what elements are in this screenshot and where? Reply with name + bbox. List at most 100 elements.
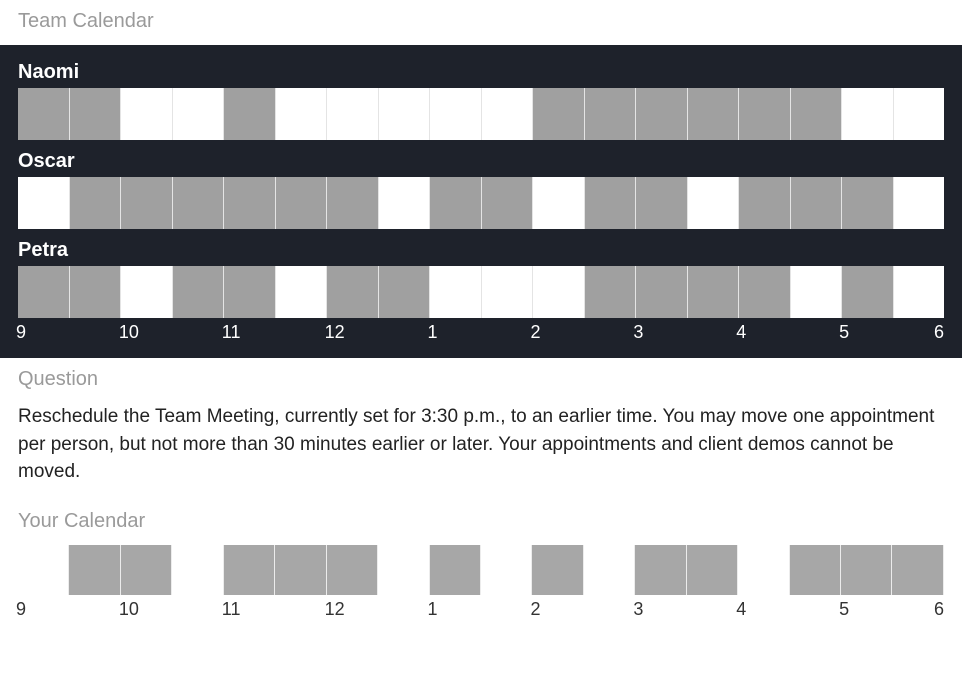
tick-12: 12 <box>325 322 345 343</box>
your-calendar-panel: 9101112123456 <box>0 545 962 633</box>
naomi-slot-12[interactable] <box>636 88 688 140</box>
your-slot-16[interactable] <box>841 545 892 595</box>
your-slot-11[interactable] <box>584 545 635 595</box>
oscar-slot-3[interactable] <box>173 177 225 229</box>
oscar-slot-7[interactable] <box>379 177 431 229</box>
petra-slot-14[interactable] <box>739 266 791 318</box>
petra-slot-6[interactable] <box>327 266 379 318</box>
tick-1: 1 <box>428 599 438 620</box>
oscar-slot-10[interactable] <box>533 177 585 229</box>
your-slot-13[interactable] <box>687 545 738 595</box>
timeline-naomi <box>18 88 944 140</box>
naomi-slot-6[interactable] <box>327 88 379 140</box>
your-slot-6[interactable] <box>327 545 378 595</box>
timeline-oscar <box>18 177 944 229</box>
team-calendar-heading: Team Calendar <box>0 0 962 45</box>
oscar-slot-5[interactable] <box>276 177 328 229</box>
tick-5: 5 <box>839 599 849 620</box>
your-slot-5[interactable] <box>275 545 326 595</box>
your-slot-12[interactable] <box>635 545 686 595</box>
person-row-oscar: Oscar <box>0 140 962 229</box>
naomi-slot-5[interactable] <box>276 88 328 140</box>
naomi-slot-3[interactable] <box>173 88 225 140</box>
tick-3: 3 <box>633 322 643 343</box>
oscar-slot-9[interactable] <box>482 177 534 229</box>
your-slot-10[interactable] <box>532 545 583 595</box>
oscar-slot-1[interactable] <box>70 177 122 229</box>
naomi-slot-14[interactable] <box>739 88 791 140</box>
your-slot-2[interactable] <box>121 545 172 595</box>
tick-11: 11 <box>222 322 241 343</box>
oscar-slot-12[interactable] <box>636 177 688 229</box>
tick-9: 9 <box>16 599 26 620</box>
oscar-slot-14[interactable] <box>739 177 791 229</box>
your-slot-3[interactable] <box>172 545 223 595</box>
person-row-naomi: Naomi <box>0 51 962 140</box>
naomi-slot-0[interactable] <box>18 88 70 140</box>
question-text: Reschedule the Team Meeting, currently s… <box>0 403 962 500</box>
petra-slot-4[interactable] <box>224 266 276 318</box>
your-slot-14[interactable] <box>738 545 789 595</box>
person-name-oscar: Oscar <box>18 140 944 177</box>
petra-slot-3[interactable] <box>173 266 225 318</box>
oscar-slot-17[interactable] <box>894 177 945 229</box>
petra-slot-15[interactable] <box>791 266 843 318</box>
person-name-naomi: Naomi <box>18 51 944 88</box>
petra-slot-13[interactable] <box>688 266 740 318</box>
petra-slot-16[interactable] <box>842 266 894 318</box>
tick-5: 5 <box>839 322 849 343</box>
naomi-slot-11[interactable] <box>585 88 637 140</box>
your-slot-15[interactable] <box>790 545 841 595</box>
your-slot-17[interactable] <box>892 545 943 595</box>
oscar-slot-8[interactable] <box>430 177 482 229</box>
oscar-slot-4[interactable] <box>224 177 276 229</box>
person-row-petra: Petra <box>0 229 962 318</box>
your-slot-7[interactable] <box>378 545 429 595</box>
petra-slot-10[interactable] <box>533 266 585 318</box>
oscar-slot-16[interactable] <box>842 177 894 229</box>
naomi-slot-2[interactable] <box>121 88 173 140</box>
tick-12: 12 <box>325 599 345 620</box>
question-heading: Question <box>0 358 962 403</box>
naomi-slot-9[interactable] <box>482 88 534 140</box>
your-slot-4[interactable] <box>224 545 275 595</box>
petra-slot-1[interactable] <box>70 266 122 318</box>
naomi-slot-4[interactable] <box>224 88 276 140</box>
your-slot-0[interactable] <box>18 545 69 595</box>
tick-10: 10 <box>119 322 139 343</box>
petra-slot-8[interactable] <box>430 266 482 318</box>
petra-slot-2[interactable] <box>121 266 173 318</box>
tick-4: 4 <box>736 599 746 620</box>
petra-slot-5[interactable] <box>276 266 328 318</box>
petra-slot-12[interactable] <box>636 266 688 318</box>
petra-slot-17[interactable] <box>894 266 945 318</box>
naomi-slot-15[interactable] <box>791 88 843 140</box>
tick-6: 6 <box>934 322 944 343</box>
your-slot-1[interactable] <box>69 545 120 595</box>
your-timeline <box>18 545 944 595</box>
tick-2: 2 <box>530 599 540 620</box>
your-slot-8[interactable] <box>430 545 481 595</box>
oscar-slot-11[interactable] <box>585 177 637 229</box>
your-slot-9[interactable] <box>481 545 532 595</box>
naomi-slot-10[interactable] <box>533 88 585 140</box>
petra-slot-7[interactable] <box>379 266 431 318</box>
naomi-slot-7[interactable] <box>379 88 431 140</box>
team-time-axis: 9101112123456 <box>0 322 962 346</box>
petra-slot-0[interactable] <box>18 266 70 318</box>
petra-slot-11[interactable] <box>585 266 637 318</box>
oscar-slot-0[interactable] <box>18 177 70 229</box>
tick-4: 4 <box>736 322 746 343</box>
oscar-slot-15[interactable] <box>791 177 843 229</box>
team-calendar-panel: NaomiOscarPetra 9101112123456 <box>0 45 962 358</box>
tick-6: 6 <box>934 599 944 620</box>
oscar-slot-2[interactable] <box>121 177 173 229</box>
naomi-slot-8[interactable] <box>430 88 482 140</box>
naomi-slot-17[interactable] <box>894 88 945 140</box>
naomi-slot-13[interactable] <box>688 88 740 140</box>
oscar-slot-13[interactable] <box>688 177 740 229</box>
naomi-slot-16[interactable] <box>842 88 894 140</box>
naomi-slot-1[interactable] <box>70 88 122 140</box>
petra-slot-9[interactable] <box>482 266 534 318</box>
oscar-slot-6[interactable] <box>327 177 379 229</box>
